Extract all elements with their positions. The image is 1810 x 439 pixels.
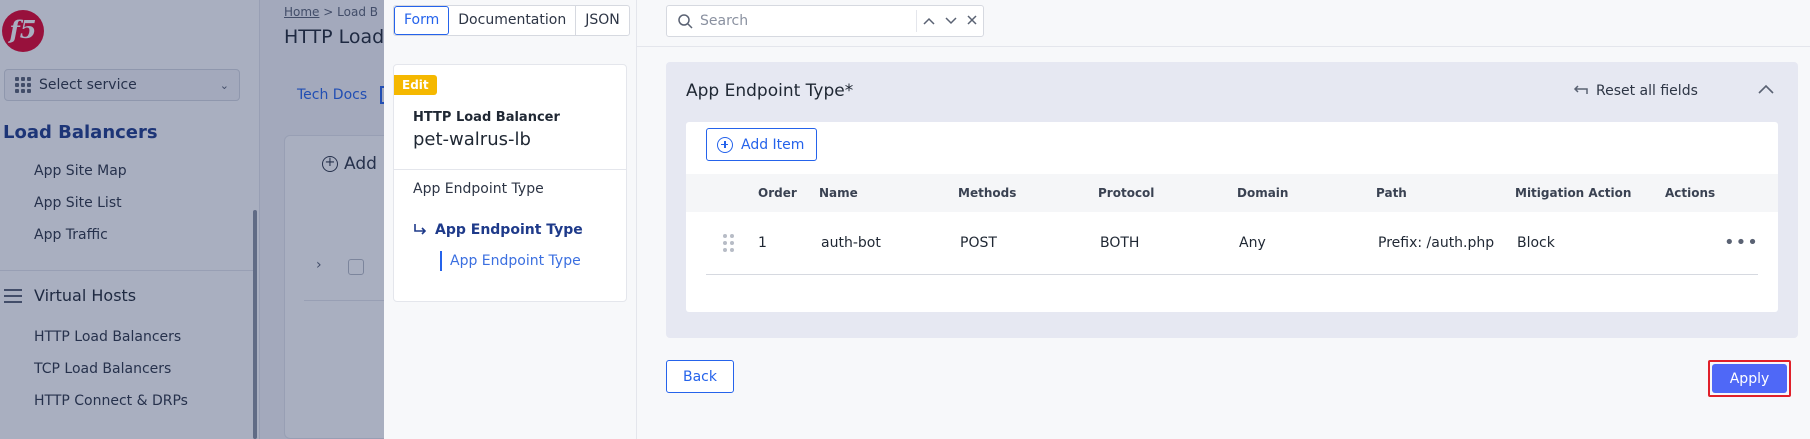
add-item-button[interactable]: Add Item	[706, 128, 818, 161]
cell-domain: Any	[1239, 235, 1266, 251]
cell-name: auth-bot	[821, 235, 881, 251]
column-header-path[interactable]: Path	[1376, 186, 1407, 200]
reset-label: Reset all fields	[1596, 83, 1698, 99]
column-header-name[interactable]: Name	[819, 186, 858, 200]
edit-badge: Edit	[394, 75, 437, 95]
edit-modal: Form Documentation JSON Edit HTTP Load B…	[384, 0, 1810, 439]
search-controls	[916, 10, 983, 32]
required-marker: *	[844, 81, 854, 101]
object-nav-card: Edit HTTP Load Balancer pet-walrus-lb Ap…	[393, 64, 627, 302]
column-header-protocol[interactable]: Protocol	[1098, 186, 1154, 200]
tab-form[interactable]: Form	[394, 6, 450, 35]
nav-subitem-app-endpoint-type[interactable]: App Endpoint Type	[440, 251, 581, 271]
undo-icon	[1572, 82, 1588, 100]
cell-protocol: BOTH	[1100, 235, 1140, 251]
chevron-down-icon[interactable]	[945, 14, 957, 29]
column-header-order[interactable]: Order	[758, 186, 797, 200]
cell-mitigation-action: Block	[1517, 235, 1555, 251]
add-item-label: Add Item	[741, 136, 805, 153]
header-divider	[637, 46, 1810, 47]
view-switcher: Form Documentation JSON	[393, 5, 630, 36]
drag-handle-icon[interactable]	[723, 234, 734, 252]
modal-backdrop[interactable]	[0, 0, 384, 439]
tab-json[interactable]: JSON	[576, 6, 629, 35]
more-actions-icon[interactable]: •••	[1724, 232, 1759, 253]
nav-item-app-endpoint-type[interactable]: App Endpoint Type	[413, 181, 544, 197]
section-title: App Endpoint Type*	[686, 81, 853, 101]
modal-navigation: Form Documentation JSON Edit HTTP Load B…	[384, 0, 637, 439]
collapse-section-icon[interactable]	[1758, 82, 1774, 98]
search-input[interactable]	[700, 13, 900, 29]
chevron-up-icon[interactable]	[923, 14, 935, 29]
table-row[interactable]: 1 auth-bot POST BOTH Any Prefix: /auth.p…	[706, 212, 1758, 275]
column-header-mitigation-action[interactable]: Mitigation Action	[1515, 186, 1631, 200]
close-icon[interactable]	[967, 14, 977, 29]
endpoint-table-card: Add Item Order Name Methods Protocol Dom…	[686, 122, 1778, 312]
cell-methods: POST	[960, 235, 997, 251]
cell-path: Prefix: /auth.php	[1378, 235, 1495, 251]
object-name: pet-walrus-lb	[413, 129, 531, 150]
column-header-domain[interactable]: Domain	[1237, 186, 1288, 200]
section-title-text: App Endpoint Type	[686, 81, 845, 101]
app-endpoint-type-section: App Endpoint Type* Reset all fields Add …	[666, 62, 1798, 338]
object-kind: HTTP Load Balancer	[413, 110, 560, 125]
cell-order: 1	[758, 235, 767, 251]
back-button[interactable]: Back	[666, 360, 734, 393]
table-header: Order Name Methods Protocol Domain Path …	[686, 174, 1778, 212]
tab-documentation[interactable]: Documentation	[449, 6, 577, 35]
column-header-actions: Actions	[1665, 186, 1716, 200]
nav-item-app-endpoint-type-active[interactable]: App Endpoint Type	[413, 222, 583, 238]
apply-button[interactable]: Apply	[1712, 364, 1787, 393]
search-icon	[677, 13, 693, 29]
nav-divider	[394, 169, 626, 170]
plus-circle-icon	[717, 136, 733, 153]
search-bar	[666, 5, 984, 37]
column-header-methods[interactable]: Methods	[958, 186, 1016, 200]
reset-all-fields-button[interactable]: Reset all fields	[1572, 82, 1698, 100]
subdirectory-arrow-icon	[413, 223, 427, 237]
nav-item-label: App Endpoint Type	[435, 222, 583, 238]
